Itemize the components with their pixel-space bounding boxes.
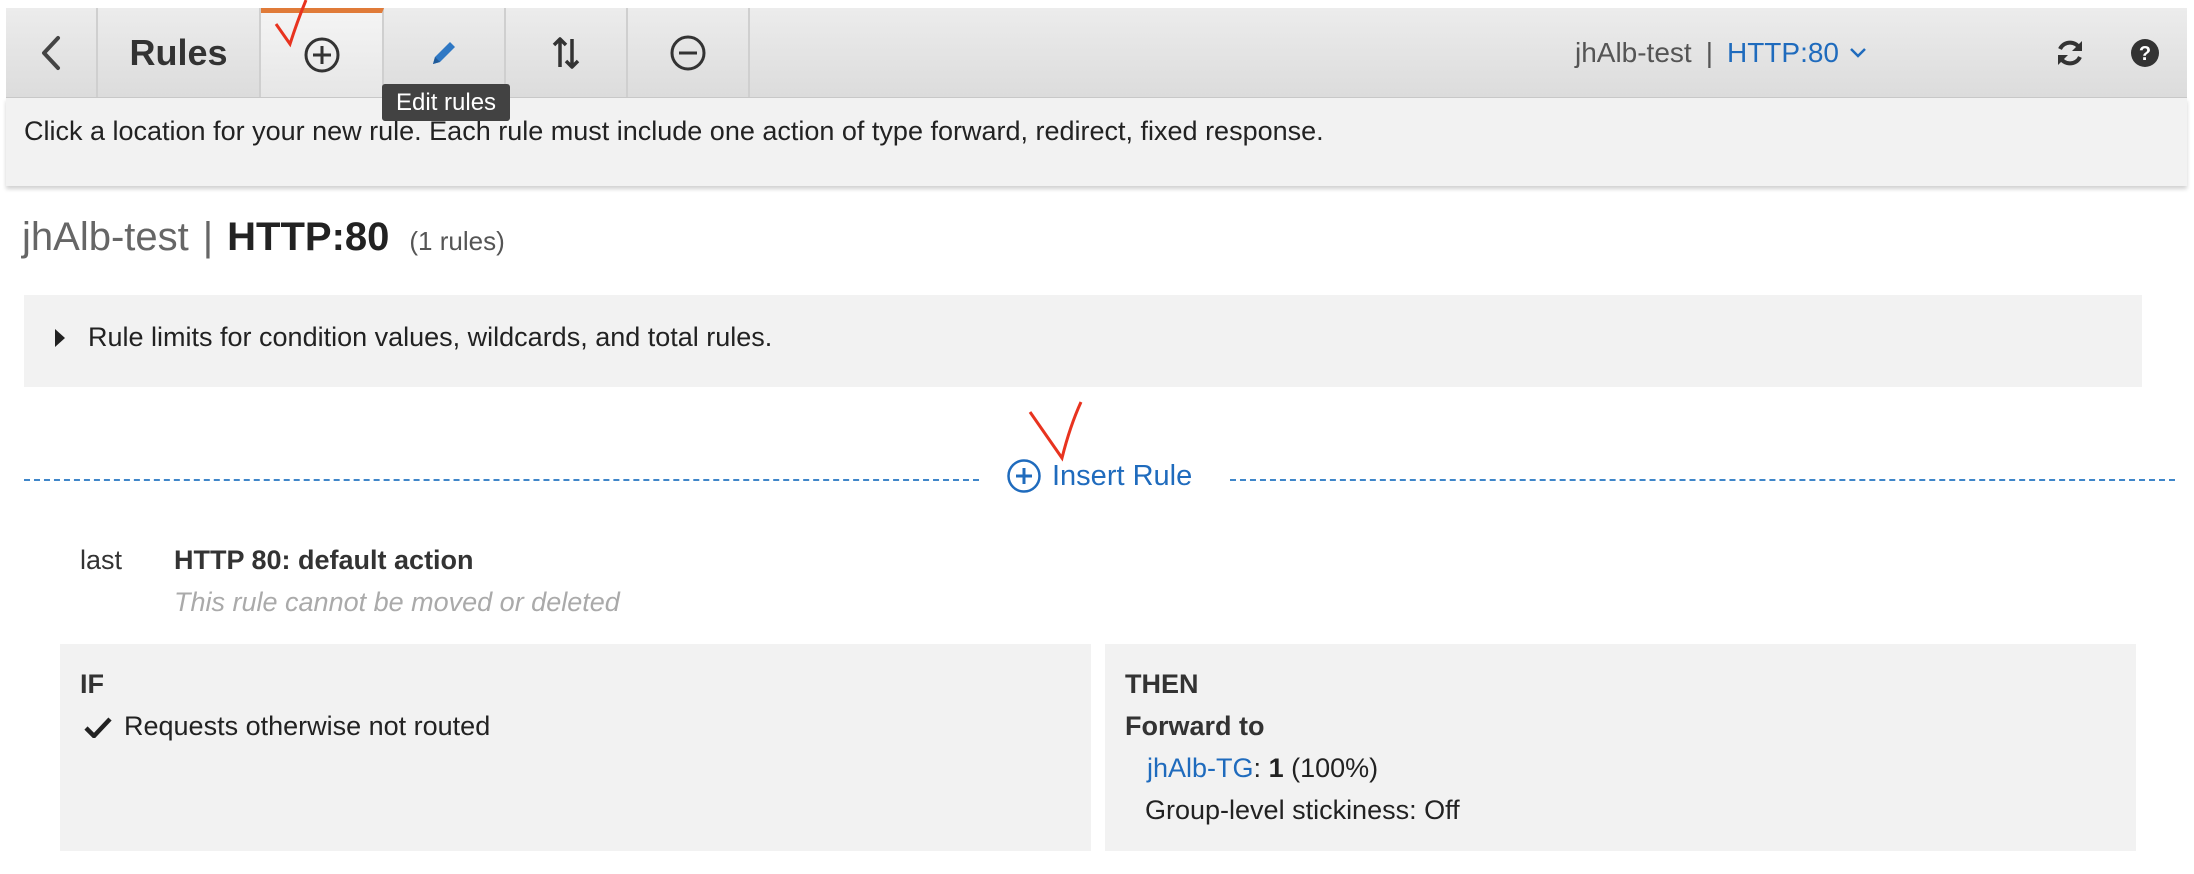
rule-limits-expander[interactable]: Rule limits for condition values, wildca… (24, 295, 2142, 387)
page-title: Rules (98, 8, 261, 97)
heading-separator: | (202, 215, 214, 259)
caret-right-icon (55, 329, 65, 347)
back-button[interactable] (6, 8, 98, 97)
then-header: THEN (1125, 669, 1199, 699)
target-weight: 1 (1268, 753, 1284, 783)
insert-rule-button[interactable]: Insert Rule (1006, 458, 1192, 494)
listener-selector[interactable]: jhAlb-test | HTTP:80 (1575, 8, 1867, 97)
rule-limits-label: Rule limits for condition values, wildca… (88, 322, 773, 352)
then-panel: THEN Forward to jhAlb-TG: 1 (100%) Group… (1105, 644, 2136, 851)
help-button[interactable]: ? (2129, 8, 2161, 97)
instruction-text: Click a location for your new rule. Each… (24, 116, 1324, 146)
tooltip-edit-rules: Edit rules (382, 84, 511, 121)
insert-divider-left (24, 479, 979, 481)
target-group-line: jhAlb-TG: 1 (100%) (1147, 753, 1378, 784)
condition-item: Requests otherwise not routed (84, 711, 490, 742)
rule-name: HTTP 80: default action (174, 545, 474, 575)
target-group-link[interactable]: jhAlb-TG (1147, 753, 1254, 783)
target-weight-percent: (100%) (1291, 753, 1379, 783)
rule-note: This rule cannot be moved or deleted (174, 587, 620, 617)
action-type: Forward to (1125, 711, 1265, 741)
sort-arrows-icon (552, 36, 580, 69)
rule-priority: last (80, 545, 123, 575)
chevron-down-icon (1850, 47, 1866, 58)
checkmark-icon (84, 716, 112, 738)
rule-count: (1 rules) (409, 226, 505, 256)
plus-circle-icon (304, 37, 339, 73)
separator: | (1705, 36, 1713, 68)
listener-name: HTTP:80 (1726, 36, 1839, 68)
heading-load-balancer: jhAlb-test (22, 215, 189, 259)
minus-circle-icon (670, 35, 706, 70)
listener-heading: jhAlb-test | HTTP:80 (1 rules) (22, 215, 505, 260)
add-rules-button[interactable] (261, 8, 384, 97)
if-header: IF (80, 669, 104, 699)
refresh-icon (2058, 40, 2082, 65)
toolbar: Rules jhAlb-test | HTTP:80 ? (6, 8, 2187, 98)
plus-circle-icon (1007, 459, 1041, 493)
reorder-rules-button[interactable] (506, 8, 628, 97)
chevron-left-icon (42, 35, 60, 70)
stickiness-status: Group-level stickiness: Off (1145, 795, 1460, 825)
svg-text:?: ? (2139, 43, 2151, 65)
refresh-button[interactable] (2054, 8, 2086, 97)
help-icon: ? (2131, 38, 2159, 67)
instruction-banner: Click a location for your new rule. Each… (6, 98, 2187, 186)
pencil-icon (433, 41, 455, 64)
weight-separator: : (1253, 753, 1262, 783)
heading-listener: HTTP:80 (227, 215, 390, 259)
delete-rules-button[interactable] (628, 8, 750, 97)
if-panel: IF Requests otherwise not routed (60, 644, 1091, 851)
condition-text: Requests otherwise not routed (124, 711, 491, 741)
insert-rule-label: Insert Rule (1052, 459, 1193, 492)
checkmark-annotation-insert (1028, 401, 1083, 462)
load-balancer-name: jhAlb-test (1574, 36, 1692, 68)
insert-divider-right (1230, 479, 2175, 481)
